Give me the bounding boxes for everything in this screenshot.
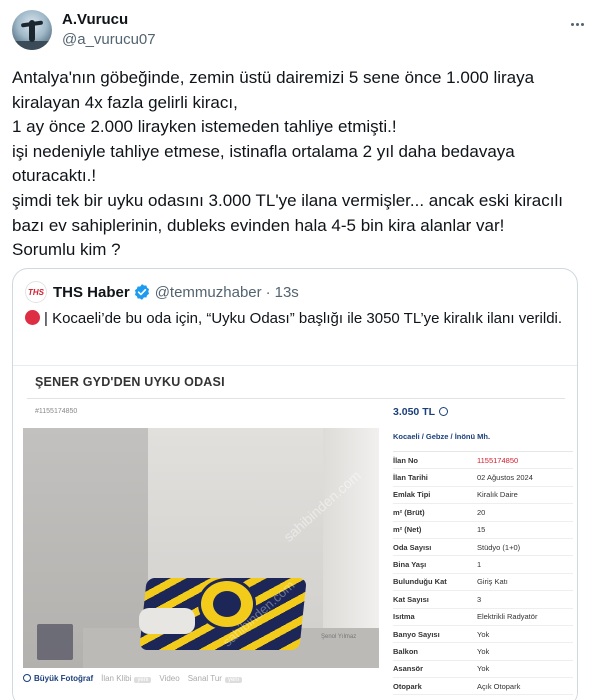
detail-key: Kat Sayısı	[393, 594, 429, 604]
video-button[interactable]: Video	[159, 674, 179, 683]
detail-key: İlan Tarihi	[393, 473, 428, 483]
detail-key: Balkon	[393, 646, 419, 656]
detail-key: Asansör	[393, 664, 424, 674]
detail-row: m² (Brüt) 20	[393, 504, 573, 522]
photographer-credit: Şenol Yılmaz	[321, 634, 357, 640]
detail-key: Banyo Sayısı	[393, 629, 440, 639]
quoted-author-avatar[interactable]: THS	[25, 281, 47, 303]
detail-key: m² (Net)	[393, 525, 422, 535]
detail-value: 20	[477, 507, 486, 517]
red-circle-icon	[25, 310, 40, 325]
detail-value: Yok	[477, 629, 490, 639]
magnifier-icon	[23, 673, 31, 682]
quoted-author-name[interactable]: THS Haber	[53, 284, 130, 301]
detail-row: Balkon Yok	[393, 643, 573, 661]
detail-row: Oda Sayısı Stüdyo (1+0)	[393, 539, 573, 557]
tweet-text: Antalya'nın göbeğinde, zemin üstü dairem…	[12, 66, 592, 263]
listing-info-panel: 3.050 TL Kocaeli / Gebze / İnönü Mh. İla…	[393, 406, 573, 696]
quoted-tweet-text: | Kocaeli’de bu oda için, “Uyku Odası” b…	[25, 309, 565, 329]
detail-value: Açık Otopark	[477, 681, 521, 691]
detail-value: Elektrikli Radyatör	[477, 612, 538, 622]
detail-key: Isıtma	[393, 612, 415, 622]
tweet-line: 1 ay önce 2.000 lirayken istemeden tahli…	[12, 117, 397, 137]
quoted-tweet-header: THS THS Haber @temmuzhaber · 13s	[25, 281, 299, 303]
quoted-author-handle[interactable]: @temmuzhaber	[155, 284, 262, 301]
pillow	[139, 608, 195, 634]
detail-row: Otopark Açık Otopark	[393, 678, 573, 696]
detail-row: İlan No 1155174850	[393, 452, 573, 470]
detail-key: İlan No	[393, 455, 419, 465]
big-photo-button[interactable]: Büyük Fotoğraf	[23, 673, 93, 683]
detail-key: Oda Sayısı	[393, 542, 432, 552]
tweet-line: kiralayan 4x fazla gelirli kiracı,	[12, 92, 238, 112]
room-photo: sahibinden.com sahibinden.com Şenol Yılm…	[23, 428, 379, 668]
detail-row: Emlak Tipi Kiralık Daire	[393, 487, 573, 505]
detail-key: Bina Yaşı	[393, 560, 427, 570]
detail-value: 1155174850	[477, 455, 519, 465]
verified-badge-icon	[134, 284, 149, 300]
author-names: A.Vurucu @a_vurucu07	[62, 10, 156, 50]
tweet-header: A.Vurucu @a_vurucu07	[12, 8, 589, 52]
detail-value: Yok	[477, 646, 490, 656]
quoted-tweet[interactable]: THS THS Haber @temmuzhaber · 13s | Kocae…	[12, 268, 578, 700]
tweet-line: oturacaktı.!	[12, 166, 97, 186]
detail-key: Bulunduğu Kat	[393, 577, 447, 587]
detail-value: Yok	[477, 664, 490, 674]
detail-row: İlan Tarihi 02 Ağustos 2024	[393, 469, 573, 487]
separator-dot: ·	[265, 283, 271, 301]
tweet-line: Sorumlu kim ?	[12, 240, 121, 260]
detail-key: Emlak Tipi	[393, 490, 431, 500]
detail-row: Asansör Yok	[393, 661, 573, 679]
listing-title: ŞENER GYD'DEN UYKU ODASI	[35, 375, 225, 389]
detail-row: Bina Yaşı 1	[393, 556, 573, 574]
photo-toolbar: Büyük Fotoğraf İlan Klibi yeni Video Sana…	[23, 668, 379, 688]
price-history-icon[interactable]	[439, 407, 449, 416]
detail-value: 3	[477, 594, 482, 604]
detail-row: Banyo Sayısı Yok	[393, 626, 573, 644]
listing-location[interactable]: Kocaeli / Gebze / İnönü Mh.	[393, 432, 573, 452]
divider	[27, 398, 565, 399]
listing-image[interactable]: ŞENER GYD'DEN UYKU ODASI #1155174850 sah…	[13, 365, 577, 700]
virtual-tour-button[interactable]: Sanal Tur yeni	[188, 674, 242, 683]
detail-key: Otopark	[393, 681, 422, 691]
listing-id-small: #1155174850	[35, 408, 78, 415]
quoted-tweet-time[interactable]: 13s	[275, 284, 299, 301]
tweet-line: işi nedeniyle tahliye etmese, istinafla …	[12, 141, 515, 161]
detail-row: Bulunduğu Kat Giriş Katı	[393, 574, 573, 592]
detail-row: m² (Net) 15	[393, 522, 573, 539]
tweet-line: şimdi tek bir uyku odasını 3.000 TL'ye i…	[12, 190, 563, 210]
tweet-line: Antalya'nın göbeğinde, zemin üstü dairem…	[12, 68, 535, 87]
listing-price: 3.050 TL	[393, 406, 573, 420]
detail-row: Kat Sayısı 3	[393, 591, 573, 609]
detail-value: Giriş Katı	[477, 577, 508, 587]
detail-value: 1	[477, 560, 482, 570]
quoted-tweet-body: | Kocaeli’de bu oda için, “Uyku Odası” b…	[44, 310, 563, 327]
detail-key: m² (Brüt)	[393, 507, 425, 517]
detail-value: Stüdyo (1+0)	[477, 542, 521, 552]
agency-logo	[37, 624, 73, 660]
detail-value: 15	[477, 525, 486, 535]
author-handle[interactable]: @a_vurucu07	[62, 30, 156, 50]
listing-details: İlan No 1155174850 İlan Tarihi 02 Ağustos 2…	[393, 452, 573, 696]
video-clip-button[interactable]: İlan Klibi yeni	[101, 674, 152, 683]
author-display-name[interactable]: A.Vurucu	[62, 10, 156, 30]
detail-value: 02 Ağustos 2024	[477, 473, 533, 483]
author-avatar[interactable]	[12, 10, 52, 50]
detail-row: Isıtma Elektrikli Radyatör	[393, 609, 573, 626]
tweet-line: bazı ev sahiplerinin, dubleks evinden ha…	[12, 215, 505, 235]
more-options-icon[interactable]	[567, 14, 587, 34]
detail-value: Kiralık Daire	[477, 490, 518, 500]
